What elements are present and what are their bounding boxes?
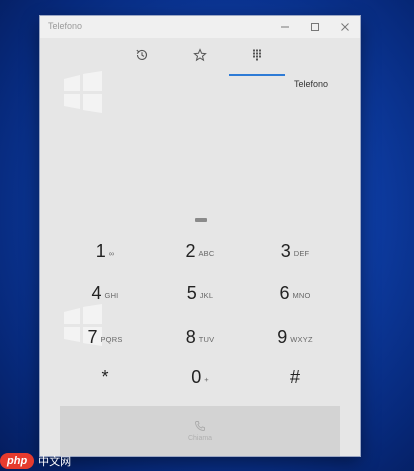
key-digit: # <box>289 366 300 387</box>
key-letters: ABC <box>198 248 215 258</box>
close-icon <box>341 23 349 31</box>
key-6[interactable]: 6 MNO <box>250 275 340 311</box>
minimize-button[interactable] <box>270 16 300 38</box>
number-entry-cursor <box>195 218 207 222</box>
key-digit: 8 <box>185 326 196 347</box>
phone-icon <box>195 421 205 431</box>
star-icon <box>193 48 207 62</box>
key-letters: JKL <box>199 290 214 300</box>
minimize-icon <box>281 26 289 28</box>
key-digit: 2 <box>185 240 196 261</box>
key-digit: 0 <box>191 366 202 387</box>
key-letters: TUV <box>198 334 215 344</box>
key-9[interactable]: 9 WXYZ <box>250 319 340 355</box>
phone-app-window: Telefono Telefono 1 ∞ 2 ABC 3 DEF 4 GHI … <box>40 16 360 456</box>
key-digit: 4 <box>91 282 102 303</box>
key-letters: MNO <box>292 290 311 300</box>
key-letters: WXYZ <box>290 334 313 344</box>
key-2[interactable]: 2 ABC <box>155 233 245 269</box>
caller-line-label: Telefono <box>293 79 328 89</box>
tab-dialpad[interactable] <box>229 44 285 76</box>
key-digit: 1 <box>95 240 106 261</box>
key-letters: + <box>204 374 209 384</box>
key-5[interactable]: 5 JKL <box>155 275 245 311</box>
key-letters: PQRS <box>100 334 123 344</box>
key-letters: DEF <box>293 248 310 258</box>
key-digit: 6 <box>279 282 290 303</box>
key-digit: 5 <box>186 282 197 303</box>
key-3[interactable]: 3 DEF <box>250 233 340 269</box>
close-button[interactable] <box>330 16 360 38</box>
call-label: Chiama <box>187 435 213 442</box>
key-4[interactable]: 4 GHI <box>60 275 150 311</box>
key-letters: GHI <box>104 290 119 300</box>
key-7[interactable]: 7 PQRS <box>60 319 150 355</box>
window-title: Telefono <box>48 21 83 31</box>
maximize-icon <box>311 23 319 31</box>
site-watermark-badge: php 中文网 <box>0 451 86 471</box>
key-1[interactable]: 1 ∞ <box>60 233 150 269</box>
watermark-badge: php <box>0 453 35 469</box>
tab-favorites[interactable] <box>172 44 228 76</box>
dialpad-icon <box>253 49 261 61</box>
tab-history[interactable] <box>114 44 170 76</box>
key-digit: * <box>101 366 109 387</box>
call-button[interactable]: Chiama <box>60 406 340 456</box>
key-digit: 3 <box>280 240 291 261</box>
watermark-text: 中文网 <box>38 455 72 468</box>
active-tab-indicator <box>229 74 285 76</box>
maximize-button[interactable] <box>300 16 330 38</box>
key-0[interactable]: 0 + <box>155 359 245 395</box>
title-bar: Telefono <box>40 16 360 38</box>
history-icon <box>136 49 148 61</box>
watermark-logo <box>62 71 104 113</box>
key-digit: 9 <box>277 326 288 347</box>
key-8[interactable]: 8 TUV <box>155 319 245 355</box>
key-star[interactable]: * <box>60 359 150 395</box>
key-digit: 7 <box>87 326 98 347</box>
key-hash[interactable]: # <box>250 359 340 395</box>
voicemail-icon: ∞ <box>108 248 115 258</box>
